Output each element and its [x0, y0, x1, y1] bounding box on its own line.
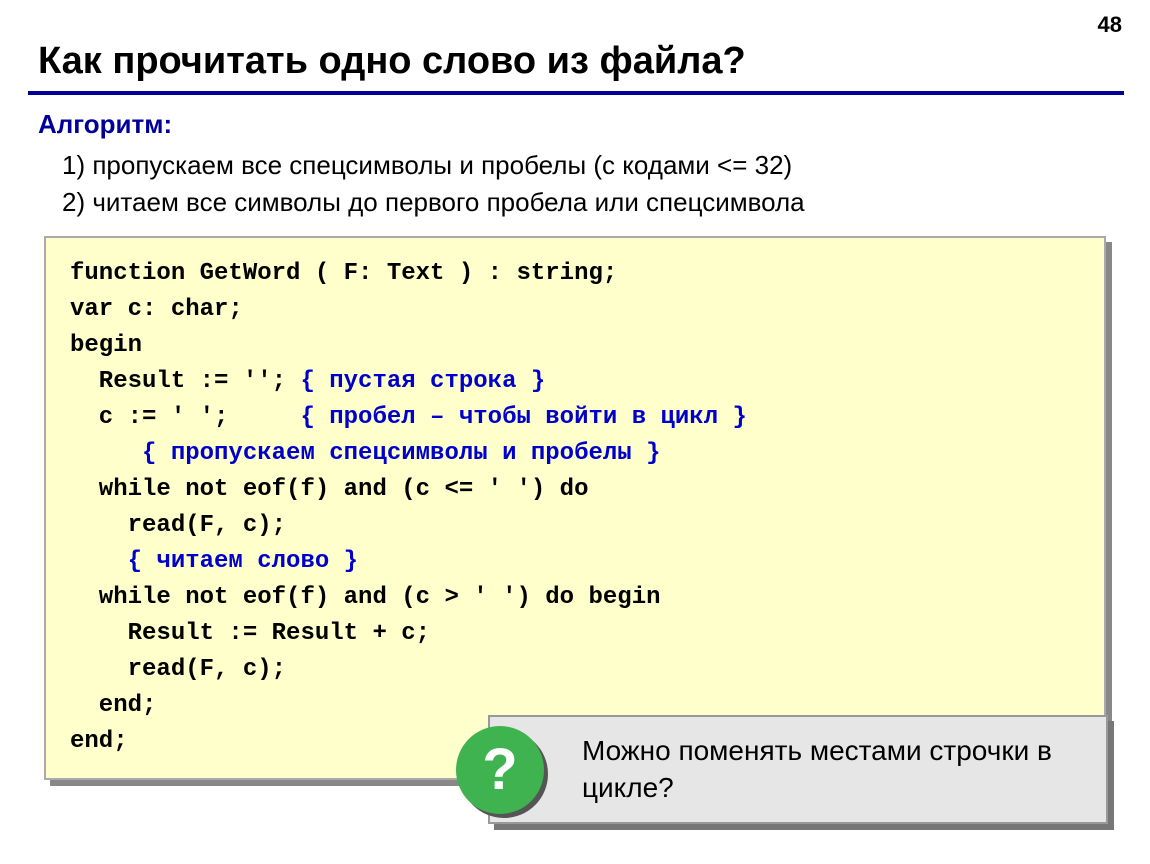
code-line: begin: [70, 332, 142, 359]
slide-title: Как прочитать одно слово из файла?: [0, 0, 1150, 91]
code-line: while not eof(f) and (c <= ' ') do: [70, 476, 588, 503]
code-line: while not eof(f) and (c > ' ') do begin: [70, 584, 661, 611]
code-line: Result := '';: [70, 368, 300, 395]
code-comment: { пустая строка }: [300, 368, 545, 395]
algorithm-step-1: 1) пропускаем все спецсимволы и пробелы …: [0, 144, 1150, 181]
code-block: function GetWord ( F: Text ) : string; v…: [44, 236, 1106, 780]
algorithm-step-2: 2) читаем все символы до первого пробела…: [0, 181, 1150, 218]
code-line: end;: [70, 728, 128, 755]
question-callout: ? Можно поменять местами строчки в цикле…: [488, 715, 1108, 824]
page-number: 48: [1098, 12, 1122, 38]
code-line: read(F, c);: [70, 512, 286, 539]
code-comment: { читаем слово }: [70, 548, 358, 575]
algorithm-heading: Алгоритм:: [0, 95, 1150, 144]
code-line: end;: [70, 692, 156, 719]
code-line: read(F, c);: [70, 656, 286, 683]
question-mark-icon: ?: [456, 726, 544, 814]
code-comment: { пробел – чтобы войти в цикл }: [300, 404, 746, 431]
code-line: var c: char;: [70, 296, 243, 323]
code-line: Result := Result + c;: [70, 620, 430, 647]
code-line: c := ' ';: [70, 404, 300, 431]
code-comment: { пропускаем спецсимволы и пробелы }: [70, 440, 661, 467]
code-line: function GetWord ( F: Text ) : string;: [70, 260, 617, 287]
callout-text: Можно поменять местами строчки в цикле?: [582, 735, 1052, 802]
